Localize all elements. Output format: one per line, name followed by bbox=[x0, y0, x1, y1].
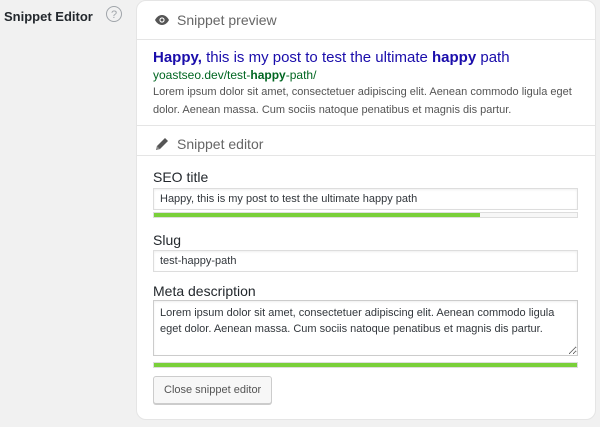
pencil-icon bbox=[155, 137, 169, 151]
meta-description-progress-fill bbox=[154, 363, 577, 367]
snippet-editor-header: Snippet editor bbox=[137, 125, 595, 163]
seo-title-input[interactable] bbox=[153, 188, 578, 210]
snippet-preview-heading: Snippet preview bbox=[177, 12, 277, 28]
seo-title-progress-fill bbox=[154, 213, 480, 217]
snippet-preview-header: Snippet preview bbox=[137, 1, 595, 39]
meta-description-label: Meta description bbox=[153, 283, 256, 299]
divider bbox=[137, 39, 595, 40]
snippet-editor-heading: Snippet editor bbox=[177, 136, 264, 152]
slug-label: Slug bbox=[153, 232, 182, 248]
preview-title[interactable]: Happy, this is my post to test the ultim… bbox=[153, 49, 583, 66]
divider bbox=[137, 155, 595, 156]
seo-title-label: SEO title bbox=[153, 169, 209, 185]
slug-input[interactable] bbox=[153, 250, 578, 272]
snippet-editor-label: Snippet Editor bbox=[4, 9, 93, 24]
snippet-editor-panel: Snippet preview Happy, this is my post t… bbox=[136, 0, 596, 420]
close-snippet-editor-button[interactable]: Close snippet editor bbox=[153, 376, 273, 404]
preview-url: yoastseo.dev/test-happy-path/ bbox=[153, 68, 317, 82]
meta-description-progress-bar bbox=[153, 362, 578, 368]
seo-title-progress-bar bbox=[153, 212, 578, 218]
meta-description-textarea[interactable]: Lorem ipsum dolor sit amet, consectetuer… bbox=[153, 300, 578, 356]
help-icon[interactable]: ? bbox=[106, 6, 122, 22]
eye-icon bbox=[155, 15, 169, 25]
preview-description: Lorem ipsum dolor sit amet, consectetuer… bbox=[153, 86, 572, 116]
